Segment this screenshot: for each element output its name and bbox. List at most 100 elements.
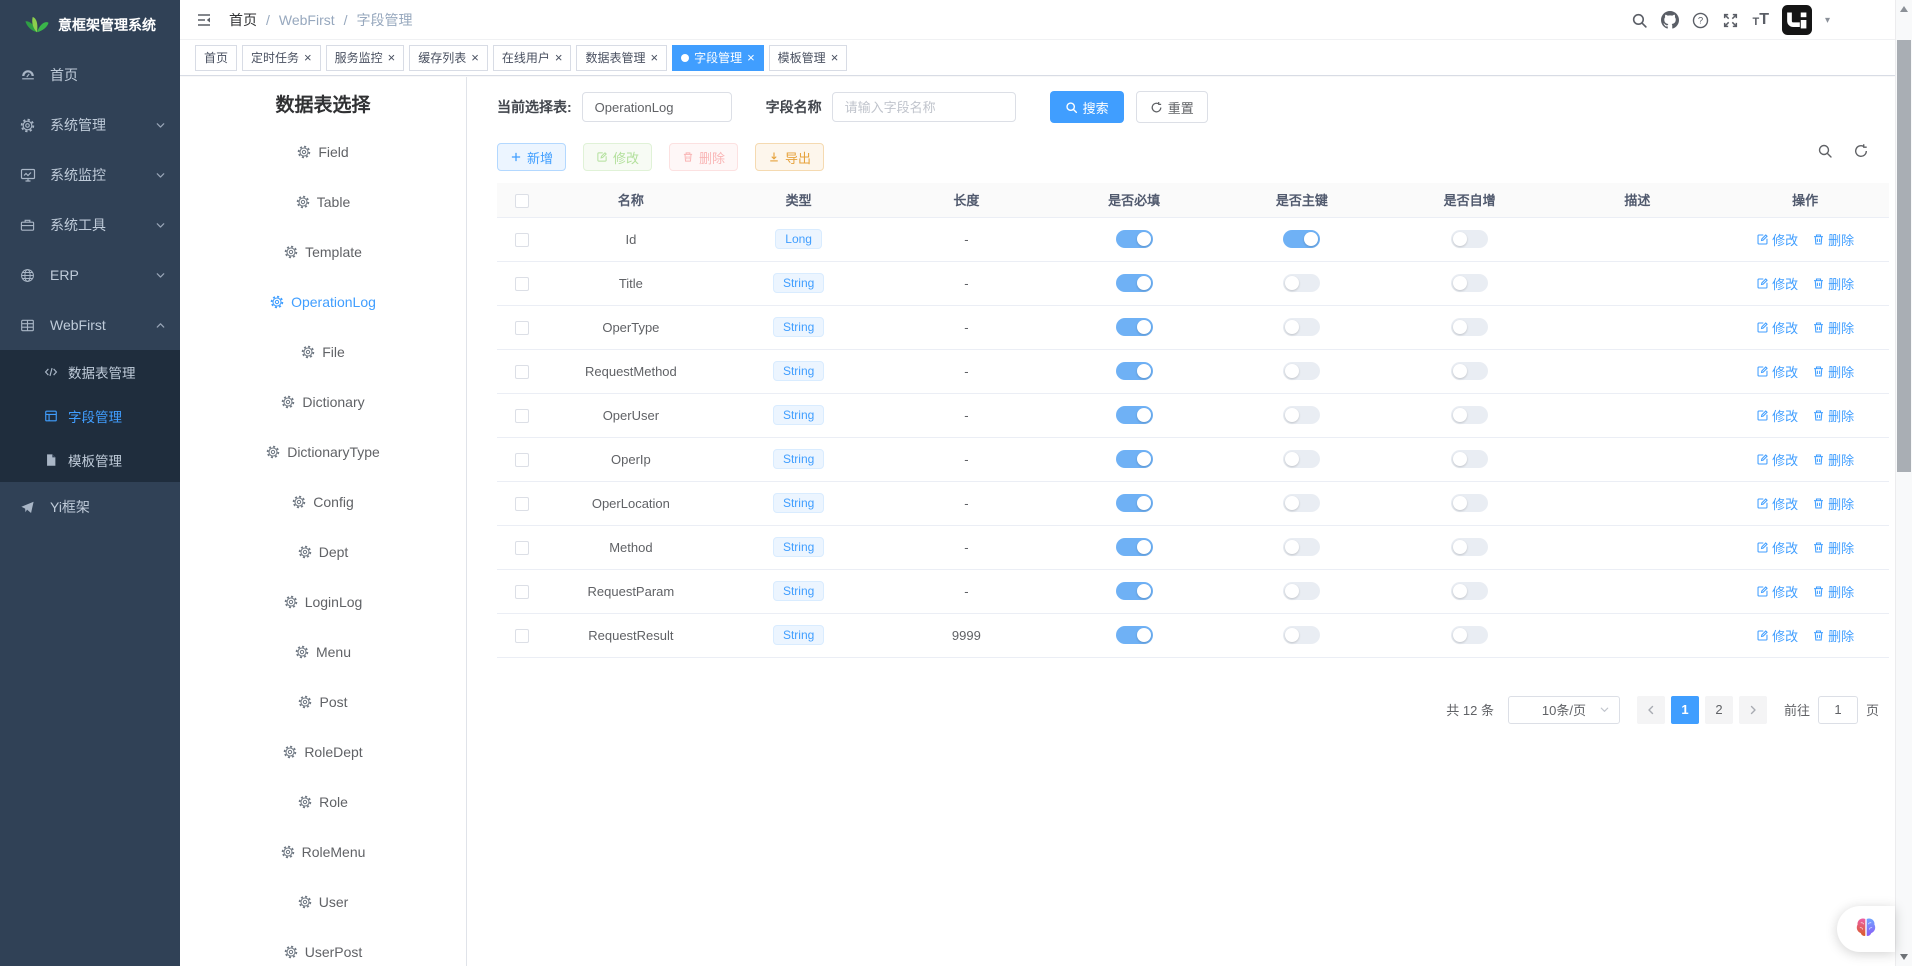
tab-close-icon[interactable]: × [471, 51, 479, 64]
row-checkbox[interactable] [515, 629, 529, 643]
auto-increment-switch[interactable] [1451, 538, 1488, 556]
primary-key-switch[interactable] [1283, 538, 1320, 556]
auto-increment-switch[interactable] [1451, 626, 1488, 644]
row-edit-link[interactable]: 修改 [1756, 626, 1798, 645]
tree-item-RoleDept[interactable]: RoleDept [180, 727, 466, 777]
row-edit-link[interactable]: 修改 [1756, 318, 1798, 337]
primary-key-switch[interactable] [1283, 494, 1320, 512]
add-button[interactable]: 新增 [497, 143, 566, 171]
help-icon[interactable]: ? [1692, 12, 1709, 29]
tab-server-monitor[interactable]: 服务监控× [326, 45, 405, 71]
tab-template-manage[interactable]: 模板管理× [769, 45, 848, 71]
tree-item-Table[interactable]: Table [180, 177, 466, 227]
sidebar-item-system-tools[interactable]: 系统工具 [0, 200, 180, 250]
search-icon[interactable] [1631, 12, 1648, 29]
reset-button[interactable]: 重置 [1136, 91, 1208, 123]
required-switch[interactable] [1116, 318, 1153, 336]
auto-increment-switch[interactable] [1451, 274, 1488, 292]
scroll-down-arrow-icon[interactable] [1900, 954, 1908, 960]
window-scrollbar[interactable] [1895, 0, 1912, 966]
row-delete-link[interactable]: 删除 [1812, 626, 1854, 645]
tab-close-icon[interactable]: × [650, 51, 658, 64]
tab-home[interactable]: 首页 [195, 45, 237, 71]
required-switch[interactable] [1116, 538, 1153, 556]
chevron-down-icon[interactable]: ▾ [1825, 15, 1830, 26]
tree-item-Menu[interactable]: Menu [180, 627, 466, 677]
required-switch[interactable] [1116, 362, 1153, 380]
row-edit-link[interactable]: 修改 [1756, 450, 1798, 469]
row-checkbox[interactable] [515, 277, 529, 291]
sidebar-subitem-template-manage[interactable]: 模板管理 [0, 438, 180, 482]
row-delete-link[interactable]: 删除 [1812, 362, 1854, 381]
row-edit-link[interactable]: 修改 [1756, 362, 1798, 381]
search-button[interactable]: 搜索 [1050, 91, 1124, 123]
tree-item-LoginLog[interactable]: LoginLog [180, 577, 466, 627]
tree-item-OperationLog[interactable]: OperationLog [180, 277, 466, 327]
breadcrumb-item[interactable]: 首页 [229, 10, 257, 30]
row-delete-link[interactable]: 删除 [1812, 538, 1854, 557]
avatar[interactable] [1782, 5, 1812, 35]
page-size-select[interactable]: 10条/页 [1508, 696, 1620, 724]
primary-key-switch[interactable] [1283, 582, 1320, 600]
tree-item-RoleMenu[interactable]: RoleMenu [180, 827, 466, 877]
tree-item-User[interactable]: User [180, 877, 466, 927]
tab-close-icon[interactable]: × [555, 51, 563, 64]
row-delete-link[interactable]: 删除 [1812, 230, 1854, 249]
sidebar-item-system-manage[interactable]: 系统管理 [0, 100, 180, 150]
page-button-2[interactable]: 2 [1705, 696, 1733, 724]
font-size-icon[interactable]: TT [1752, 12, 1769, 28]
auto-increment-switch[interactable] [1451, 230, 1488, 248]
next-page-button[interactable] [1739, 696, 1767, 724]
prev-page-button[interactable] [1637, 696, 1665, 724]
required-switch[interactable] [1116, 494, 1153, 512]
primary-key-switch[interactable] [1283, 318, 1320, 336]
tab-close-icon[interactable]: × [747, 51, 755, 64]
sidebar-item-erp[interactable]: ERP [0, 250, 180, 300]
delete-button[interactable]: 删除 [669, 143, 738, 171]
export-button[interactable]: 导出 [755, 143, 824, 171]
sidebar-item-home[interactable]: 首页 [0, 50, 180, 100]
row-checkbox[interactable] [515, 365, 529, 379]
hamburger-icon[interactable] [195, 12, 213, 28]
browser-extension-button[interactable] [1837, 906, 1895, 952]
page-button-1[interactable]: 1 [1671, 696, 1699, 724]
row-checkbox[interactable] [515, 497, 529, 511]
refresh-icon[interactable] [1853, 143, 1869, 159]
sidebar-subitem-table-manage[interactable]: 数据表管理 [0, 350, 180, 394]
tree-item-UserPost[interactable]: UserPost [180, 927, 466, 966]
row-delete-link[interactable]: 删除 [1812, 450, 1854, 469]
row-edit-link[interactable]: 修改 [1756, 538, 1798, 557]
row-delete-link[interactable]: 删除 [1812, 318, 1854, 337]
auto-increment-switch[interactable] [1451, 494, 1488, 512]
row-edit-link[interactable]: 修改 [1756, 274, 1798, 293]
row-edit-link[interactable]: 修改 [1756, 582, 1798, 601]
primary-key-switch[interactable] [1283, 362, 1320, 380]
github-icon[interactable] [1661, 11, 1679, 29]
tab-cache-list[interactable]: 缓存列表× [409, 45, 488, 71]
row-delete-link[interactable]: 删除 [1812, 406, 1854, 425]
primary-key-switch[interactable] [1283, 450, 1320, 468]
tree-item-Post[interactable]: Post [180, 677, 466, 727]
row-delete-link[interactable]: 删除 [1812, 494, 1854, 513]
sidebar-subitem-field-manage[interactable]: 字段管理 [0, 394, 180, 438]
row-edit-link[interactable]: 修改 [1756, 230, 1798, 249]
auto-increment-switch[interactable] [1451, 450, 1488, 468]
primary-key-switch[interactable] [1283, 274, 1320, 292]
primary-key-switch[interactable] [1283, 626, 1320, 644]
required-switch[interactable] [1116, 450, 1153, 468]
row-delete-link[interactable]: 删除 [1812, 274, 1854, 293]
fullscreen-icon[interactable] [1722, 12, 1739, 29]
tab-close-icon[interactable]: × [304, 51, 312, 64]
tab-close-icon[interactable]: × [388, 51, 396, 64]
search-toggle-icon[interactable] [1817, 143, 1833, 159]
row-edit-link[interactable]: 修改 [1756, 406, 1798, 425]
row-delete-link[interactable]: 删除 [1812, 582, 1854, 601]
tab-table-manage[interactable]: 数据表管理× [576, 45, 667, 71]
tree-item-Template[interactable]: Template [180, 227, 466, 277]
row-checkbox[interactable] [515, 541, 529, 555]
tab-field-manage[interactable]: 字段管理× [672, 45, 764, 71]
tab-cron-job[interactable]: 定时任务× [242, 45, 321, 71]
sidebar-item-system-monitor[interactable]: 系统监控 [0, 150, 180, 200]
required-switch[interactable] [1116, 406, 1153, 424]
required-switch[interactable] [1116, 626, 1153, 644]
